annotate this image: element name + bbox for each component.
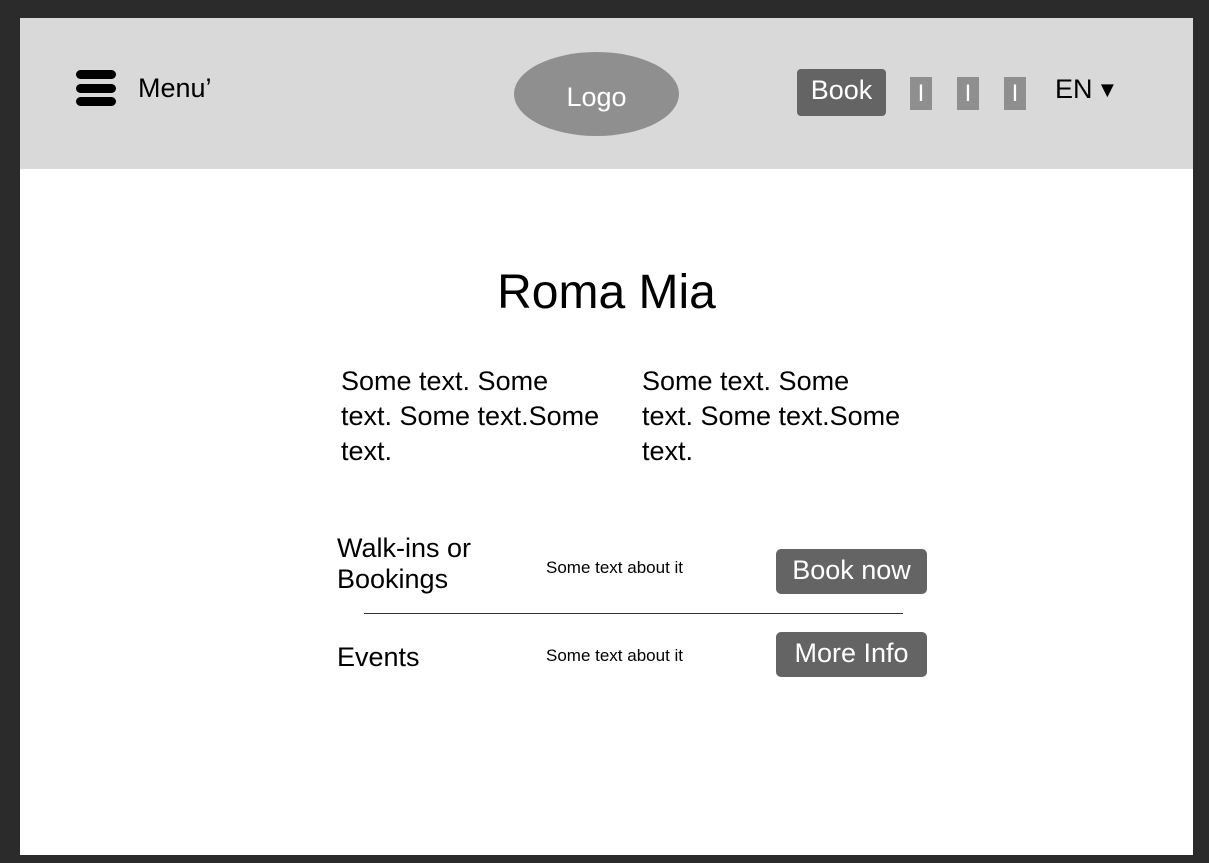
logo[interactable]: Logo — [514, 52, 679, 136]
intro-text-left: Some text. Some text. Some text.Some tex… — [341, 366, 600, 466]
walkins-description: Some text about it — [546, 558, 684, 577]
caret-down-icon: ▼ — [1096, 76, 1119, 102]
page-frame: Menu’ Logo Book I I I EN ▼ Roma Mia Some… — [20, 18, 1193, 855]
menu-label: Menu’ — [138, 72, 212, 103]
walkins-label: Walk-ins or Bookings — [337, 533, 472, 594]
language-selector[interactable]: EN ▼ — [1055, 74, 1118, 105]
events-label: Events — [337, 642, 420, 672]
intro-text-right: Some text. Some text. Some text.Some tex… — [642, 366, 901, 466]
row-divider — [364, 613, 903, 614]
language-label: EN — [1055, 74, 1093, 104]
book-button[interactable]: Book — [797, 69, 886, 116]
events-description: Some text about it — [546, 646, 684, 665]
book-now-button[interactable]: Book now — [776, 549, 927, 594]
social-link-1[interactable]: I — [910, 77, 932, 110]
menu-button[interactable]: Menu’ — [76, 70, 212, 106]
more-info-button[interactable]: More Info — [776, 632, 927, 677]
site-header: Menu’ Logo Book I I I EN ▼ — [20, 18, 1193, 169]
hamburger-icon — [76, 70, 116, 106]
social-link-2[interactable]: I — [957, 77, 979, 110]
page-title: Roma Mia — [497, 266, 716, 319]
social-link-3[interactable]: I — [1004, 77, 1026, 110]
